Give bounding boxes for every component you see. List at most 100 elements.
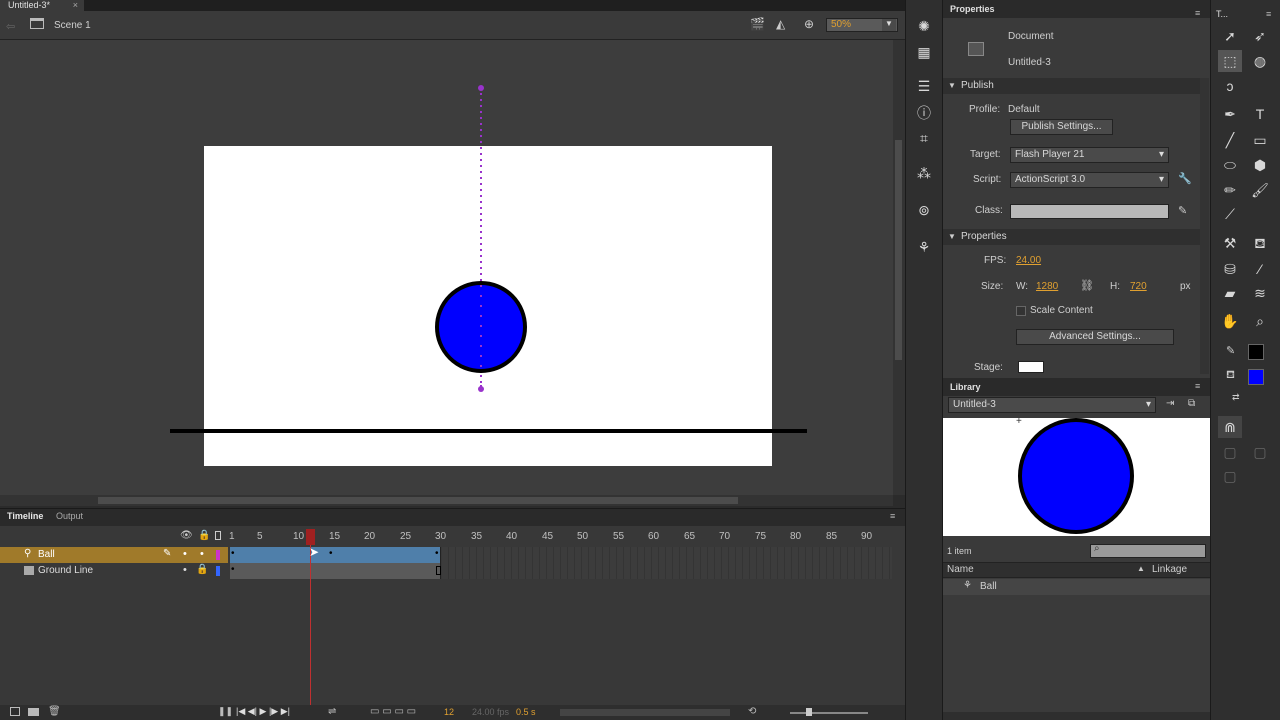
center-stage-icon[interactable]: ⊕ bbox=[804, 17, 814, 31]
new-folder-icon[interactable] bbox=[28, 708, 39, 716]
lock-icon[interactable]: 🔒 bbox=[198, 530, 210, 541]
hand-tool-icon[interactable]: ✋ bbox=[1218, 310, 1242, 332]
panel-menu-icon[interactable]: ≡ bbox=[1195, 8, 1200, 18]
scale-content-checkbox[interactable] bbox=[1016, 306, 1026, 316]
frame-ruler[interactable]: 1 5 10 15 20 25 30 35 40 45 50 55 60 65 … bbox=[228, 528, 893, 546]
new-library-panel-icon[interactable]: ⧉ bbox=[1188, 398, 1195, 409]
subselection-tool-icon[interactable]: ➶ bbox=[1248, 25, 1272, 47]
text-tool-icon[interactable]: T bbox=[1248, 103, 1272, 125]
tool-option-icon[interactable]: ▢ bbox=[1218, 441, 1242, 463]
lock-icon[interactable]: 🔒 bbox=[196, 564, 208, 575]
properties-scrollbar[interactable] bbox=[1200, 78, 1209, 374]
line-tool-icon[interactable]: ╱ bbox=[1218, 129, 1242, 151]
onion-skin-icons[interactable]: ▭ ▭ ▭ ▭ bbox=[370, 706, 416, 717]
pin-icon[interactable]: ⇥ bbox=[1166, 398, 1174, 409]
column-linkage[interactable]: Linkage bbox=[1152, 564, 1187, 575]
free-transform-tool-icon[interactable]: ⬚ bbox=[1218, 50, 1242, 72]
edit-scene-icon[interactable]: 🎬 bbox=[750, 17, 765, 31]
swatches-icon[interactable]: ▦ bbox=[914, 42, 934, 62]
trash-icon[interactable]: 🗑 bbox=[48, 706, 61, 717]
vertical-scroll-thumb[interactable] bbox=[895, 140, 902, 360]
document-tab[interactable]: Untitled-3* × bbox=[0, 0, 84, 11]
tool-option-icon[interactable]: ▢ bbox=[1218, 465, 1242, 487]
sort-up-icon[interactable]: ▲ bbox=[1137, 564, 1145, 573]
loop-icon[interactable]: ⇌ bbox=[328, 706, 336, 717]
color-wheel-icon[interactable]: ✺ bbox=[914, 16, 934, 36]
rectangle-tool-icon[interactable]: ▭ bbox=[1248, 129, 1272, 151]
class-input[interactable] bbox=[1010, 204, 1169, 219]
pen-tool-icon[interactable]: ✒ bbox=[1218, 103, 1242, 125]
pencil-tool-icon[interactable]: ✏ bbox=[1218, 179, 1242, 201]
publish-section-header[interactable]: Publish bbox=[943, 78, 1200, 94]
library-header[interactable]: Library bbox=[943, 378, 1210, 396]
elapsed-time[interactable]: 0.5 s bbox=[516, 707, 536, 717]
transform-icon[interactable]: ⌗ bbox=[914, 128, 934, 148]
zoom-tool-icon[interactable]: ⌕ bbox=[1248, 310, 1272, 332]
advanced-settings-button[interactable]: Advanced Settings... bbox=[1016, 329, 1174, 345]
fill-color-swatch[interactable] bbox=[1248, 369, 1264, 385]
components-icon[interactable]: ⁂ bbox=[914, 163, 934, 183]
timeline-hscroll[interactable] bbox=[560, 709, 730, 716]
width-value[interactable]: 1280 bbox=[1036, 281, 1058, 292]
library-search-input[interactable] bbox=[1090, 544, 1206, 558]
height-value[interactable]: 720 bbox=[1130, 281, 1147, 292]
playhead-marker[interactable] bbox=[306, 529, 315, 545]
swap-colors-icon[interactable]: ⇄ bbox=[1232, 392, 1240, 403]
3d-rotation-tool-icon[interactable]: ◍ bbox=[1248, 50, 1272, 72]
fps-readout[interactable]: 24.00 fps bbox=[472, 707, 509, 717]
timeline-zoom-slider[interactable] bbox=[790, 712, 868, 714]
column-name[interactable]: Name bbox=[947, 564, 974, 575]
zoom-handle-icon[interactable] bbox=[806, 708, 812, 716]
panel-menu-icon[interactable]: ≡ bbox=[1266, 9, 1271, 19]
target-select[interactable]: Flash Player 21 bbox=[1010, 147, 1169, 163]
triangle-down-icon[interactable]: ▼ bbox=[948, 232, 956, 241]
chevron-down-icon[interactable]: ▼ bbox=[882, 19, 896, 31]
bone-tool-icon[interactable]: ⚒ bbox=[1218, 232, 1242, 254]
edit-class-icon[interactable]: ✎ bbox=[1178, 204, 1187, 217]
horizontal-scroll-thumb[interactable] bbox=[98, 497, 738, 504]
stroke-color-swatch[interactable] bbox=[1248, 344, 1264, 360]
oval-tool-icon[interactable]: ⬭ bbox=[1218, 154, 1242, 176]
eyedropper-tool-icon[interactable]: ⁄ bbox=[1248, 258, 1272, 280]
fps-value[interactable]: 24.00 bbox=[1016, 255, 1041, 266]
layer-color-swatch[interactable] bbox=[216, 550, 220, 560]
polystar-tool-icon[interactable]: ⬢ bbox=[1248, 154, 1272, 176]
visibility-dot[interactable]: • bbox=[183, 564, 187, 576]
center-frame-icon[interactable]: ⟲ bbox=[748, 706, 756, 717]
layer-color-swatch[interactable] bbox=[216, 566, 220, 576]
lock-dot[interactable]: • bbox=[200, 548, 204, 560]
script-select[interactable]: ActionScript 3.0 bbox=[1010, 172, 1169, 188]
motion-presets-icon[interactable]: ⚘ bbox=[914, 237, 934, 257]
back-arrow-icon[interactable]: ⇦ bbox=[6, 20, 15, 33]
properties-header[interactable]: Properties bbox=[943, 0, 1210, 18]
eraser-tool-icon[interactable]: ▰ bbox=[1218, 282, 1242, 304]
visibility-dot[interactable]: • bbox=[183, 548, 187, 560]
align-icon[interactable]: ☰ bbox=[914, 76, 934, 96]
layer-row-ground-line[interactable]: Ground Line • 🔒 bbox=[0, 563, 228, 579]
cc-libraries-icon[interactable]: ⊚ bbox=[914, 200, 934, 220]
panel-menu-icon[interactable]: ≡ bbox=[890, 511, 895, 521]
wrench-icon[interactable]: 🔧 bbox=[1178, 172, 1192, 185]
library-document-select[interactable]: Untitled-3 bbox=[948, 397, 1156, 413]
new-layer-icon[interactable] bbox=[10, 707, 20, 716]
publish-settings-button[interactable]: Publish Settings... bbox=[1010, 119, 1113, 135]
width-tool-icon[interactable]: ≋ bbox=[1248, 282, 1272, 304]
edit-symbols-icon[interactable]: ◭ bbox=[776, 17, 785, 31]
stage-color-swatch[interactable] bbox=[1018, 361, 1044, 373]
link-icon[interactable]: ⛓ bbox=[1080, 279, 1094, 292]
tab-timeline[interactable]: Timeline bbox=[7, 511, 43, 521]
horizontal-scrollbar[interactable] bbox=[0, 495, 893, 506]
tab-output[interactable]: Output bbox=[56, 511, 83, 521]
paint-brush-tool-icon[interactable]: ⟋ bbox=[1218, 203, 1242, 225]
snap-to-objects-icon[interactable]: ⋒ bbox=[1218, 416, 1242, 438]
selection-tool-icon[interactable]: ➚ bbox=[1218, 25, 1242, 47]
close-tab-icon[interactable]: × bbox=[73, 0, 78, 10]
outline-icon[interactable] bbox=[215, 531, 221, 540]
triangle-down-icon[interactable]: ▼ bbox=[948, 81, 956, 90]
info-icon[interactable]: ⓘ bbox=[914, 103, 934, 123]
tool-option-icon[interactable]: ▢ bbox=[1248, 441, 1272, 463]
brush-tool-icon[interactable]: 🖌 bbox=[1248, 179, 1272, 201]
paint-bucket-tool-icon[interactable]: ⛾ bbox=[1248, 232, 1272, 254]
playback-controls[interactable]: |◀ ◀| ▶ |▶ ▶| bbox=[236, 706, 290, 717]
vertical-scrollbar[interactable] bbox=[893, 40, 905, 495]
